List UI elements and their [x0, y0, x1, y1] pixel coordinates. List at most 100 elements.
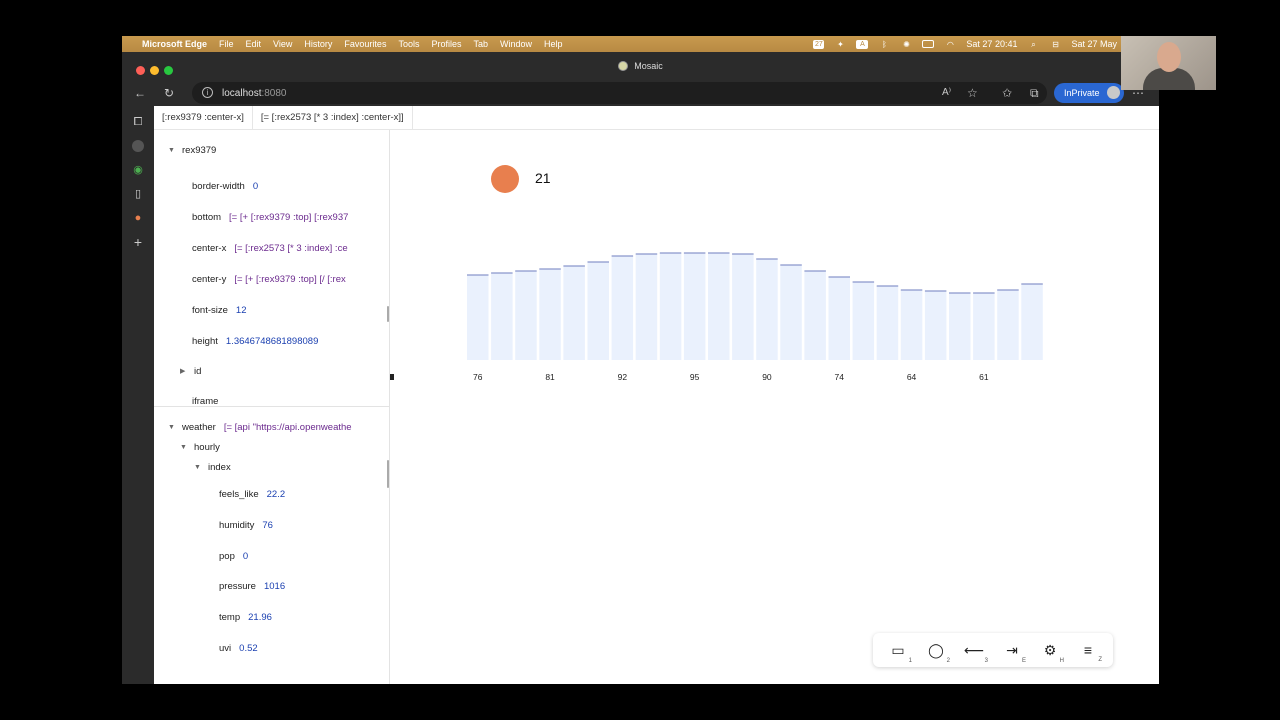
chart-bar[interactable]: [997, 290, 1019, 360]
list-tool[interactable]: ≡ Z: [1076, 642, 1102, 663]
weather-field-row[interactable]: pressure 1016: [219, 579, 285, 593]
site-info-icon[interactable]: i: [202, 87, 213, 98]
bluetooth-icon[interactable]: ᛒ: [878, 40, 890, 49]
menu-tab[interactable]: Tab: [473, 39, 488, 49]
chart-bar[interactable]: [973, 293, 995, 360]
chart-bar[interactable]: [876, 286, 899, 360]
chart-bar[interactable]: [611, 256, 634, 360]
butterfly-icon[interactable]: ✦: [834, 40, 846, 49]
vertical-tab-mosaic[interactable]: [132, 140, 144, 152]
control-center-icon[interactable]: ⊟: [1049, 40, 1061, 49]
chart-bar[interactable]: [852, 282, 875, 360]
chart-bar[interactable]: [659, 253, 682, 360]
chart-bar[interactable]: [828, 277, 851, 360]
weather-scrollbar-handle[interactable]: [387, 460, 389, 488]
favourites-icon[interactable]: ✩: [1002, 86, 1012, 100]
prop-value[interactable]: 12: [236, 305, 247, 316]
back-icon[interactable]: ←: [134, 86, 146, 100]
prop-expression[interactable]: [= [+ [:rex9379 :top] [:rex937: [229, 212, 348, 223]
menu-file[interactable]: File: [219, 39, 234, 49]
collections-icon[interactable]: ⧉: [1030, 86, 1039, 100]
weather-expression[interactable]: [= [api "https://api.openweathe: [224, 422, 352, 433]
arrow-tool[interactable]: ⟵ 3: [962, 642, 988, 664]
address-bar[interactable]: localhost:8080: [192, 82, 1047, 104]
component-tool[interactable]: ⚙ H: [1038, 642, 1064, 664]
menubar-app-name[interactable]: Microsoft Edge: [142, 39, 207, 49]
chart-bar[interactable]: [708, 253, 730, 360]
prop-value[interactable]: 0: [253, 181, 258, 192]
wifi-icon[interactable]: ◠: [944, 40, 956, 49]
chart-bar[interactable]: [587, 262, 610, 360]
inspector-scrollbar-handle[interactable]: [387, 306, 389, 322]
search-icon[interactable]: ⌕: [1027, 40, 1039, 49]
chart-bar[interactable]: [683, 253, 706, 360]
vertical-tab-document[interactable]: ▯: [132, 188, 144, 200]
menu-tools[interactable]: Tools: [398, 39, 419, 49]
menu-help[interactable]: Help: [544, 39, 563, 49]
weather-field-row[interactable]: temp 21.96: [219, 610, 272, 624]
menubar-date[interactable]: Sat 27 May: [1071, 39, 1117, 49]
tab-actions-icon[interactable]: ⧠: [132, 116, 144, 128]
weather-field-row[interactable]: humidity 76: [219, 518, 273, 532]
menu-history[interactable]: History: [304, 39, 332, 49]
menu-window[interactable]: Window: [500, 39, 532, 49]
circle-tool[interactable]: ◯ 2: [924, 642, 950, 664]
field-value[interactable]: 22.2: [267, 489, 286, 500]
breadcrumb-item[interactable]: [:rex9379 :center-x]: [154, 105, 253, 130]
add-favourite-icon[interactable]: ☆: [967, 86, 978, 100]
chart-bar[interactable]: [924, 291, 947, 360]
chart-bar[interactable]: [563, 266, 585, 360]
input-source-icon[interactable]: A: [856, 39, 869, 49]
text-tool[interactable]: ⇥ E: [1000, 642, 1026, 664]
weather-field-row[interactable]: pop 0: [219, 549, 248, 563]
chart-bar[interactable]: [467, 275, 489, 360]
refresh-icon[interactable]: ↻: [164, 86, 174, 100]
chart-bar[interactable]: [539, 269, 561, 360]
vertical-tab-google[interactable]: ◉: [132, 164, 144, 176]
chart-bar[interactable]: [732, 254, 754, 360]
menu-edit[interactable]: Edit: [246, 39, 262, 49]
chart-bar[interactable]: [635, 254, 658, 360]
prop-expression[interactable]: [= [+ [:rex9379 :top] [/ [:rex: [234, 274, 345, 285]
tree-node-weather[interactable]: ▼ weather [= [api "https://api.openweath…: [168, 420, 352, 434]
menu-favourites[interactable]: Favourites: [344, 39, 386, 49]
field-value[interactable]: 1016: [264, 581, 285, 592]
prop-row[interactable]: border-width 0: [192, 179, 258, 193]
tree-node-rex9379[interactable]: ▼ rex9379: [168, 143, 216, 157]
new-tab-icon[interactable]: +: [132, 235, 144, 249]
menubar-clock[interactable]: Sat 27 20:41: [966, 39, 1017, 49]
video-call-thumbnail[interactable]: [1121, 36, 1216, 90]
calendar-badge-icon[interactable]: 27: [813, 39, 825, 49]
drawing-canvas[interactable]: 21 76 81 92 95 90 74 64 61 ▭ 1 ◯ 2 ⟵ 3 ⇥ E ⚙ H ≡ Z: [390, 130, 1159, 684]
prop-value[interactable]: 1.3646748681898089: [226, 336, 318, 347]
menu-view[interactable]: View: [273, 39, 292, 49]
prop-row[interactable]: bottom [= [+ [:rex9379 :top] [:rex937: [192, 210, 348, 224]
chart-bar[interactable]: [804, 271, 826, 360]
chart-bar[interactable]: [949, 293, 971, 360]
field-value[interactable]: 0: [243, 551, 248, 562]
prop-row[interactable]: center-y [= [+ [:rex9379 :top] [/ [:rex: [192, 272, 346, 286]
read-aloud-icon[interactable]: A⁾: [942, 86, 951, 100]
rectangle-tool[interactable]: ▭ 1: [886, 642, 912, 664]
breadcrumb-item[interactable]: [= [:rex2573 [* 3 :index] :center-x]]: [253, 105, 413, 130]
battery-icon[interactable]: [922, 40, 935, 48]
weather-field-row[interactable]: feels_like 22.2: [219, 487, 285, 501]
prop-row[interactable]: font-size 12: [192, 303, 246, 317]
settings-icon[interactable]: ✺: [900, 40, 912, 49]
prop-row[interactable]: height 1.3646748681898089: [192, 334, 318, 348]
chart-bar[interactable]: [780, 265, 802, 360]
menu-profiles[interactable]: Profiles: [431, 39, 461, 49]
weather-field-row[interactable]: uvi 0.52: [219, 641, 258, 655]
tree-node-index[interactable]: ▼ index: [194, 460, 231, 474]
field-value[interactable]: 0.52: [239, 643, 258, 654]
chart-bar[interactable]: [515, 271, 537, 360]
field-value[interactable]: 76: [262, 520, 273, 531]
tree-node-id[interactable]: ▶ id: [180, 364, 201, 378]
chart-bar[interactable]: [756, 259, 778, 360]
chart-bar[interactable]: [491, 273, 513, 360]
field-value[interactable]: 21.96: [248, 612, 272, 623]
prop-expression[interactable]: [= [:rex2573 [* 3 :index] :ce: [234, 243, 347, 254]
prop-row[interactable]: center-x [= [:rex2573 [* 3 :index] :ce: [192, 241, 348, 255]
chart-bar[interactable]: [900, 290, 923, 360]
tree-node-hourly[interactable]: ▼ hourly: [180, 440, 220, 454]
